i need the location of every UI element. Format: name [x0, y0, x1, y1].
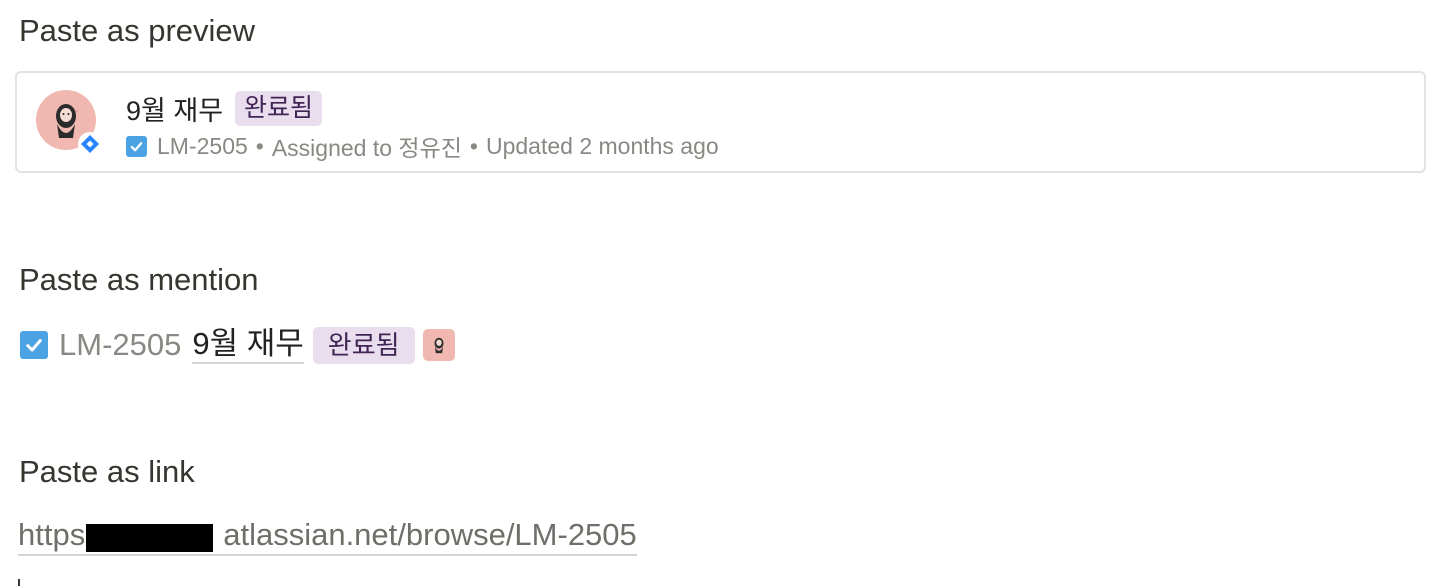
updated-text: Updated 2 months ago: [485, 132, 719, 159]
preview-section-heading: Paste as preview: [19, 13, 256, 48]
issue-preview-card[interactable]: 9월 재무 완료됨 LM-2505 • Assigned to 정유진 • Up…: [15, 71, 1426, 173]
link-section-heading: Paste as link: [19, 454, 195, 489]
issue-key: LM-2505: [157, 132, 248, 159]
card-title-row: 9월 재무 완료됨: [126, 88, 323, 128]
task-checkbox-icon: [20, 331, 48, 359]
url-prefix: https: [18, 517, 86, 552]
meta-separator: •: [469, 132, 478, 159]
mention-issue-title[interactable]: 9월 재무: [192, 326, 304, 364]
mention-section-heading: Paste as mention: [19, 262, 259, 297]
card-meta-row: LM-2505 • Assigned to 정유진 • Updated 2 mo…: [126, 131, 719, 161]
meta-separator: •: [255, 132, 264, 159]
text-cursor: [18, 579, 20, 586]
mention-issue-key: LM-2505: [59, 327, 182, 362]
issue-mention[interactable]: LM-2505 9월 재무 완료됨: [20, 324, 455, 366]
assignee-text: Assigned to 정유진: [271, 135, 462, 161]
redaction-bar: [86, 524, 213, 552]
jira-logo-icon: [78, 132, 102, 156]
task-checkbox-icon: [126, 135, 147, 157]
issue-title[interactable]: 9월 재무: [126, 89, 223, 128]
mention-status-badge: 완료됨: [312, 326, 415, 364]
assignee-avatar-wrapper: [36, 90, 102, 156]
url-suffix: atlassian.net/browse/LM-2505: [223, 517, 637, 552]
status-badge: 완료됨: [235, 90, 323, 126]
user-avatar-icon: [422, 329, 455, 361]
